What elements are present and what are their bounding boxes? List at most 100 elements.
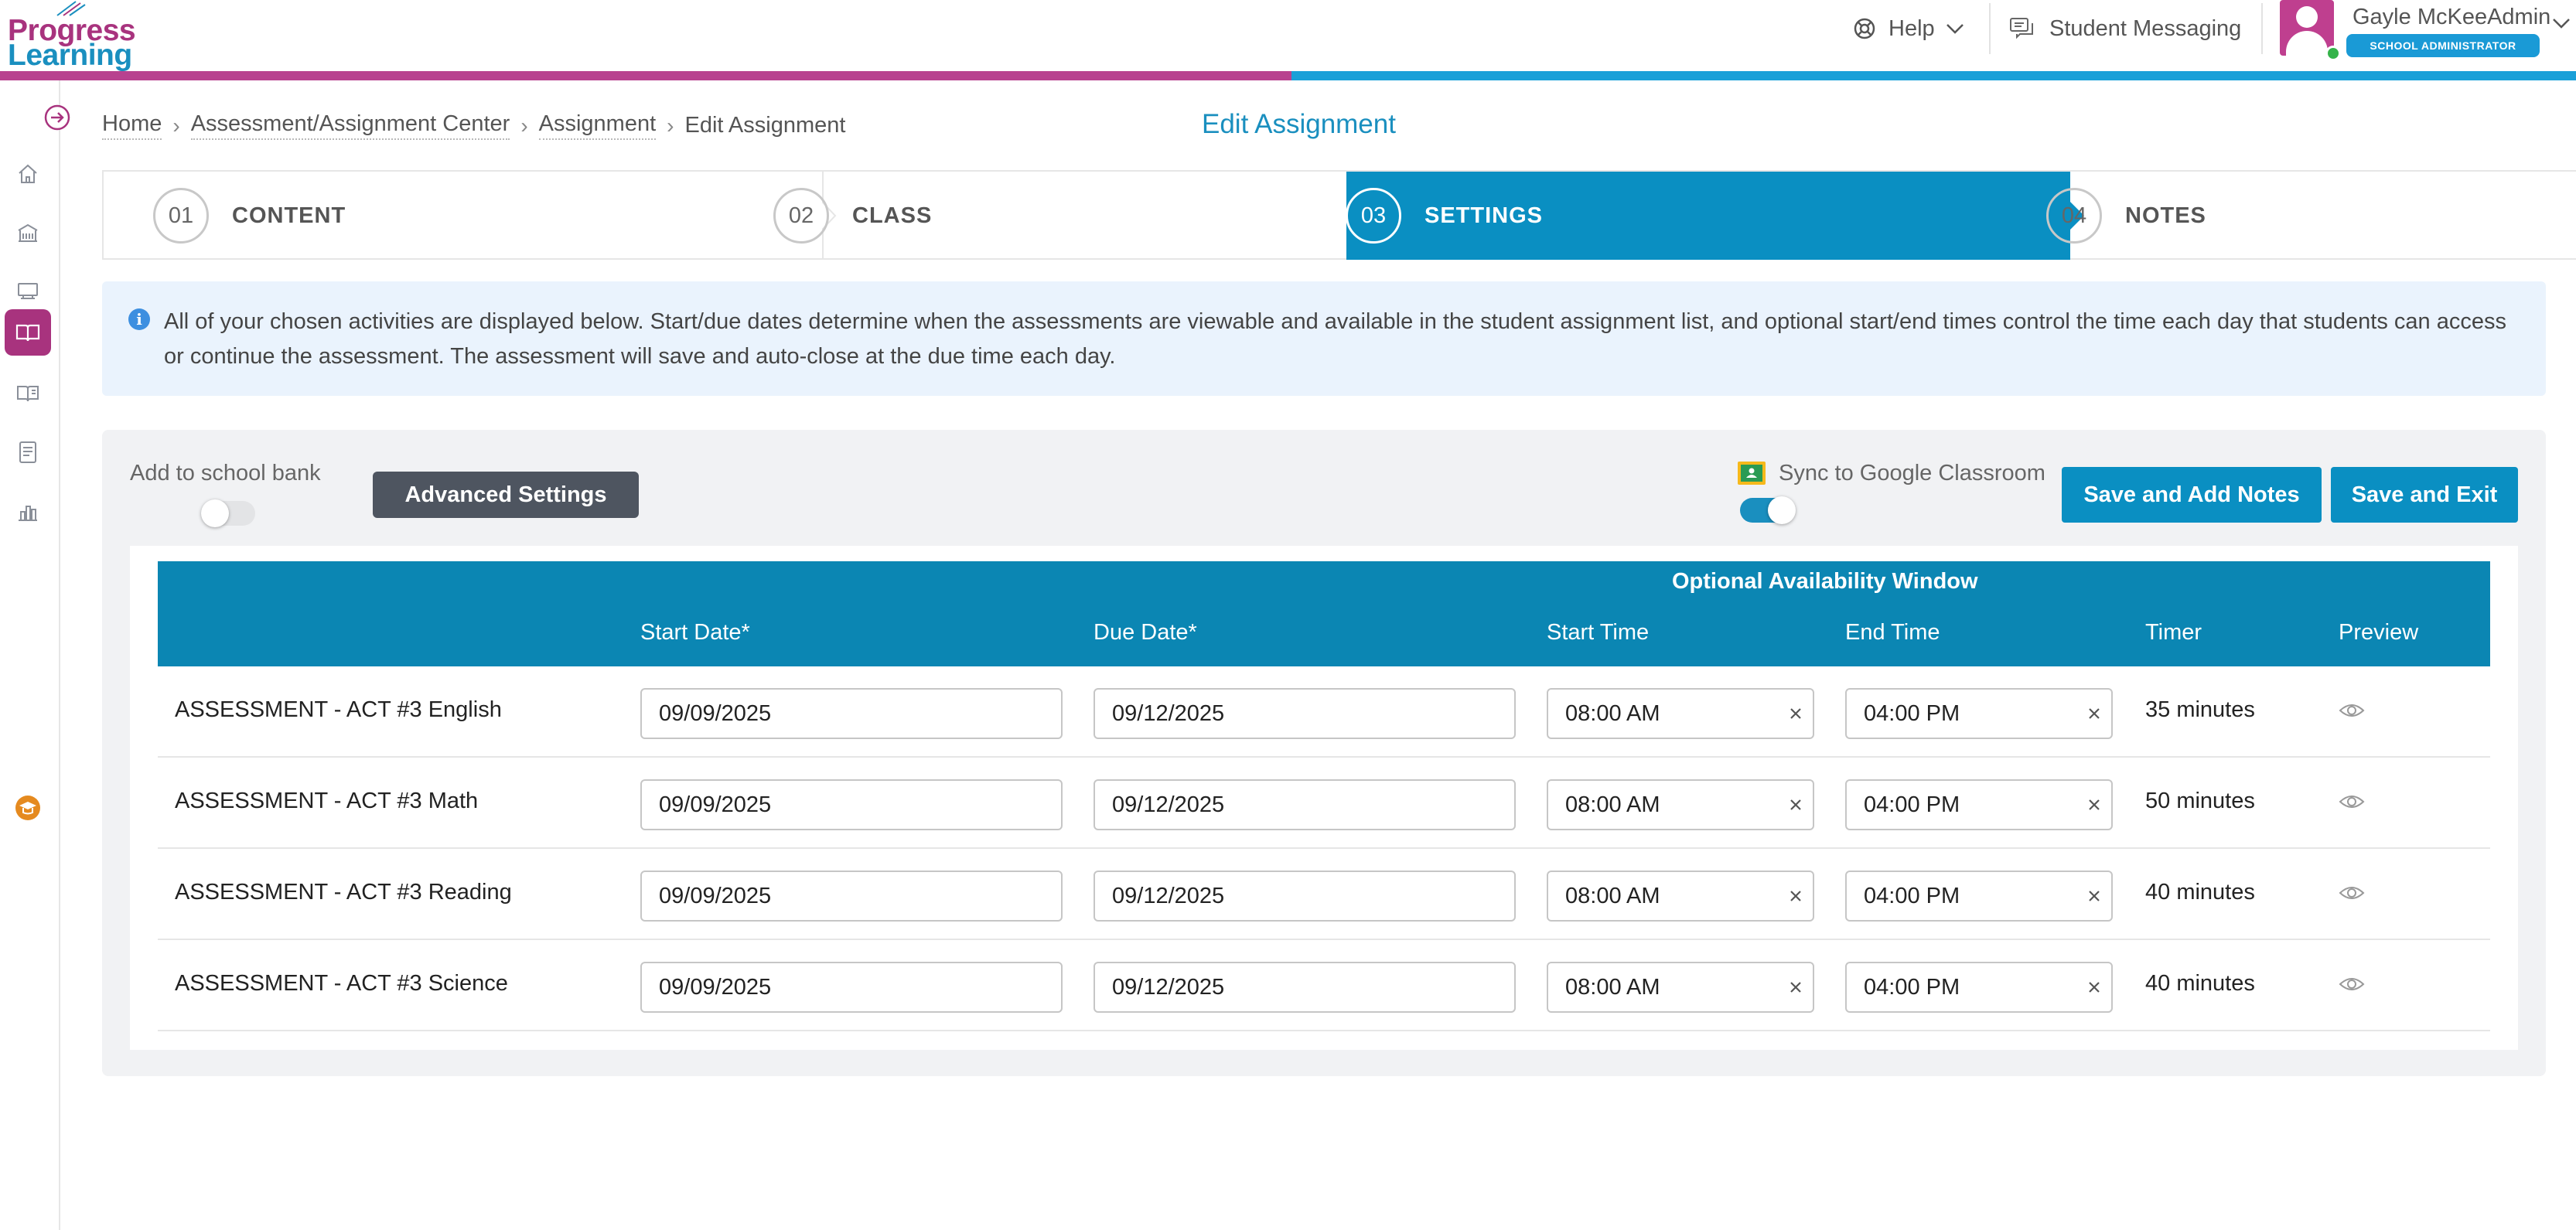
table-row: ASSESSMENT - ACT #3 Math 09/09/2025 09/1…	[158, 758, 2490, 849]
col-due-date: Due Date*	[1094, 620, 1197, 645]
col-end-time: End Time	[1845, 620, 1940, 645]
end-time-input[interactable]: 04:00 PM	[1845, 871, 2113, 922]
col-timer: Timer	[2145, 620, 2202, 645]
preview-eye-icon[interactable]	[2339, 883, 2365, 903]
start-time-input[interactable]: 08:00 AM	[1547, 871, 1814, 922]
table-header: Optional Availability Window Start Date*…	[158, 561, 2490, 666]
preview-eye-icon[interactable]	[2339, 700, 2365, 721]
due-date-input[interactable]: 09/12/2025	[1094, 688, 1516, 739]
rail-analytics[interactable]	[5, 488, 51, 534]
col-start-date: Start Date*	[640, 620, 750, 645]
user-name[interactable]: Gayle McKeeAdmin	[2353, 5, 2550, 30]
start-date-input[interactable]: 09/09/2025	[640, 688, 1063, 739]
google-classroom-icon	[1738, 462, 1766, 485]
start-time-value: 08:00 AM	[1565, 700, 1660, 726]
preview-eye-icon[interactable]	[2339, 792, 2365, 812]
expand-nav-icon[interactable]	[43, 104, 71, 131]
clear-x-icon[interactable]	[2085, 796, 2103, 814]
save-and-exit-button[interactable]: Save and Exit	[2331, 467, 2518, 523]
student-messaging-link[interactable]: Student Messaging	[2009, 0, 2241, 57]
start-time-input[interactable]: 08:00 AM	[1547, 962, 1814, 1013]
wizard-stepper: 01 CONTENT 02 CLASS 03 SETTINGS 04 NOTES	[102, 170, 2576, 260]
save-and-add-notes-button[interactable]: Save and Add Notes	[2062, 467, 2322, 523]
advanced-settings-button[interactable]: Advanced Settings	[373, 472, 639, 518]
due-date-input[interactable]: 09/12/2025	[1094, 962, 1516, 1013]
step-settings[interactable]: 03 SETTINGS	[1346, 172, 1543, 260]
start-date-input[interactable]: 09/09/2025	[640, 962, 1063, 1013]
rail-school[interactable]	[5, 210, 51, 256]
start-time-input[interactable]: 08:00 AM	[1547, 779, 1814, 830]
due-date-input[interactable]: 09/12/2025	[1094, 871, 1516, 922]
breadcrumb-assignment[interactable]: Assignment	[538, 111, 657, 140]
preview-eye-icon[interactable]	[2339, 974, 2365, 994]
rail-assignments[interactable]	[5, 309, 51, 356]
col-start-time: Start Time	[1547, 620, 1650, 645]
rail-reports[interactable]	[5, 429, 51, 475]
progress-learning-logo[interactable]: Progress Learning	[6, 0, 138, 72]
activity-name: ASSESSMENT - ACT #3 Science	[175, 971, 508, 996]
assignment-table: Optional Availability Window Start Date*…	[130, 546, 2518, 1050]
page-title: Edit Assignment	[1202, 109, 1396, 139]
breadcrumb-assessment-center[interactable]: Assessment/Assignment Center	[190, 111, 510, 140]
step-label: CONTENT	[232, 203, 346, 228]
step-label: SETTINGS	[1424, 203, 1544, 228]
step-number: 02	[773, 188, 829, 244]
graduation-cap-icon	[15, 796, 40, 820]
clear-x-icon[interactable]	[1786, 796, 1805, 814]
step-class[interactable]: 02 CLASS	[773, 172, 932, 260]
school-bank-toggle[interactable]	[201, 499, 255, 527]
col-preview: Preview	[2339, 620, 2419, 645]
timer-value: 50 minutes	[2145, 789, 2255, 813]
google-classroom-toggle[interactable]	[1740, 496, 1796, 524]
clear-x-icon[interactable]	[2085, 978, 2103, 997]
chevron-down-icon	[1946, 24, 1964, 34]
step-label: CLASS	[852, 203, 933, 228]
start-time-input[interactable]: 08:00 AM	[1547, 688, 1814, 739]
clear-x-icon[interactable]	[2085, 887, 2103, 905]
breadcrumb-separator-icon: ›	[667, 113, 674, 138]
help-menu[interactable]: Help	[1853, 0, 1977, 57]
toggle-knob	[1768, 496, 1796, 524]
clear-x-icon[interactable]	[1786, 978, 1805, 997]
step-label: NOTES	[2125, 203, 2206, 228]
end-time-value: 04:00 PM	[1864, 792, 1960, 817]
timer-value: 40 minutes	[2145, 971, 2255, 996]
report-icon	[19, 441, 36, 463]
rail-library[interactable]	[5, 370, 51, 417]
end-time-input[interactable]: 04:00 PM	[1845, 688, 2113, 739]
book-icon	[17, 386, 39, 402]
end-time-input[interactable]: 04:00 PM	[1845, 779, 2113, 830]
user-role-badge: SCHOOL ADMINISTRATOR	[2346, 34, 2540, 57]
timer-value: 35 minutes	[2145, 697, 2255, 722]
clear-x-icon[interactable]	[2085, 704, 2103, 723]
rail-learning[interactable]	[5, 785, 51, 831]
due-date-input[interactable]: 09/12/2025	[1094, 779, 1516, 830]
clear-x-icon[interactable]	[1786, 704, 1805, 723]
activity-name: ASSESSMENT - ACT #3 Reading	[175, 880, 512, 905]
end-time-value: 04:00 PM	[1864, 700, 1960, 726]
lifebuoy-icon	[1854, 18, 1875, 39]
info-icon: i	[128, 308, 150, 330]
avatar[interactable]	[2280, 0, 2334, 56]
start-time-value: 08:00 AM	[1565, 883, 1660, 908]
start-date-input[interactable]: 09/09/2025	[640, 779, 1063, 830]
timer-value: 40 minutes	[2145, 880, 2255, 905]
table-row: ASSESSMENT - ACT #3 Science 09/09/2025 0…	[158, 940, 2490, 1031]
start-date-input[interactable]: 09/09/2025	[640, 871, 1063, 922]
school-bank-label: Add to school bank	[130, 461, 321, 486]
user-menu-chevron-icon[interactable]	[2552, 17, 2571, 29]
breadcrumb-current: Edit Assignment	[684, 113, 846, 138]
chat-icon	[2010, 18, 2033, 39]
breadcrumb-home[interactable]: Home	[102, 111, 162, 140]
end-time-input[interactable]: 04:00 PM	[1845, 962, 2113, 1013]
brand-bar-blue	[1291, 71, 2576, 80]
table-row: ASSESSMENT - ACT #3 Reading 09/09/2025 0…	[158, 849, 2490, 940]
rail-classroom[interactable]	[5, 268, 51, 315]
step-notes[interactable]: 04 NOTES	[2046, 172, 2206, 260]
end-time-value: 04:00 PM	[1864, 883, 1960, 908]
rail-home[interactable]	[5, 151, 51, 197]
clear-x-icon[interactable]	[1786, 887, 1805, 905]
step-content[interactable]: 01 CONTENT	[153, 172, 346, 260]
avatar-body	[2286, 31, 2328, 56]
start-time-value: 08:00 AM	[1565, 974, 1660, 1000]
